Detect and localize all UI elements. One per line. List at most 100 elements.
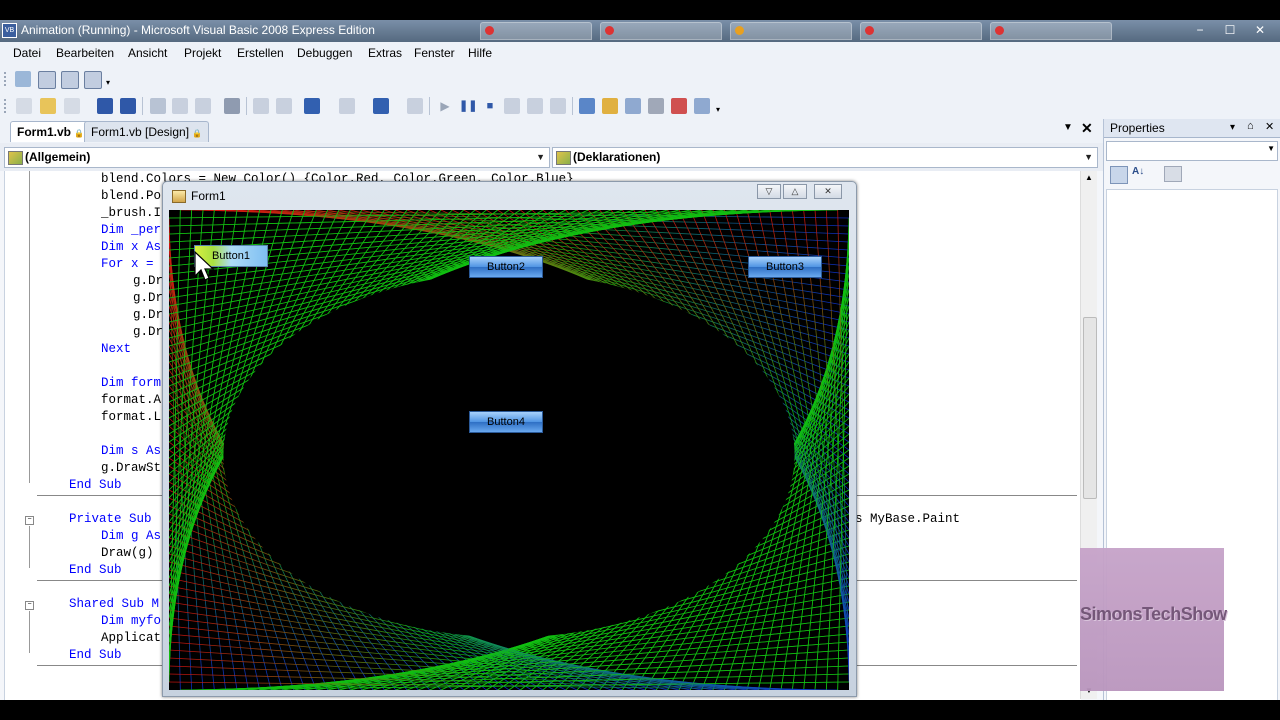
paste-icon[interactable] — [195, 98, 211, 114]
close-icon[interactable]: ✕ — [1265, 120, 1274, 133]
method-name-dropdown[interactable]: (Deklarationen) ▼ — [552, 147, 1098, 168]
form-minimize-button[interactable]: ▽ — [757, 184, 781, 199]
button2[interactable]: Button2 — [469, 256, 543, 278]
class-name-value: (Allgemein) — [25, 150, 91, 164]
save-all-icon[interactable] — [120, 98, 136, 114]
minimize-button[interactable]: − — [1188, 21, 1212, 39]
class-name-dropdown[interactable]: (Allgemein) ▼ — [4, 147, 550, 168]
step-over-icon[interactable] — [527, 98, 543, 114]
code-line: Applicat — [101, 631, 162, 645]
toolbar-options-icon[interactable]: ▾ — [716, 105, 724, 114]
string-art-drawing — [169, 210, 849, 690]
menu-bearbeiten[interactable]: Bearbeiten — [56, 46, 114, 60]
object-browser-icon[interactable] — [625, 98, 641, 114]
step-out-icon[interactable] — [550, 98, 566, 114]
code-line: Dim myfo — [101, 614, 162, 628]
window-icon[interactable] — [38, 71, 56, 89]
form1-window[interactable]: Form1 ▽ △ ✕ Button1 Button2 Button3 Butt… — [162, 181, 857, 697]
toolbox-icon[interactable] — [648, 98, 664, 114]
start-icon[interactable]: ▶ — [437, 98, 453, 114]
undo-icon[interactable] — [304, 98, 320, 114]
close-document-icon[interactable]: ✕ — [1081, 120, 1093, 137]
code-line: Dim form — [101, 376, 162, 390]
dark-center — [223, 272, 795, 638]
tab-label: Form1.vb [Design] — [91, 125, 190, 139]
error-list-icon[interactable] — [671, 98, 687, 114]
menu-erstellen[interactable]: Erstellen — [237, 46, 284, 60]
ghost-tab — [480, 22, 592, 40]
close-window-button[interactable]: ✕ — [1248, 21, 1272, 39]
code-line: End Sub — [69, 478, 122, 492]
menu-ansicht[interactable]: Ansicht — [128, 46, 167, 60]
menu-projekt[interactable]: Projekt — [184, 46, 221, 60]
form-close-button[interactable]: ✕ — [814, 184, 842, 199]
properties-window-icon[interactable] — [602, 98, 618, 114]
new-project-icon[interactable] — [16, 98, 32, 114]
menu-hilfe[interactable]: Hilfe — [468, 46, 492, 60]
form1-title: Form1 — [191, 189, 226, 203]
comment-icon[interactable] — [253, 98, 269, 114]
stop-icon[interactable]: ■ — [482, 98, 498, 114]
maximize-button[interactable]: ☐ — [1218, 21, 1242, 39]
code-line: Dim g As — [101, 529, 162, 543]
toolbar-options-icon[interactable]: ▾ — [106, 78, 114, 87]
save-icon[interactable] — [97, 98, 113, 114]
properties-header: Properties ▾ ⌂ ✕ — [1104, 119, 1280, 138]
step-icon[interactable] — [15, 71, 31, 87]
categorized-icon[interactable] — [1110, 166, 1128, 184]
property-pages-icon[interactable] — [1164, 166, 1182, 182]
cut-icon[interactable] — [150, 98, 166, 114]
locals-icon[interactable] — [61, 71, 79, 89]
pin-icon[interactable]: ⌂ — [1247, 120, 1254, 132]
class-icon — [8, 151, 23, 165]
uncomment-icon[interactable] — [276, 98, 292, 114]
scrollbar-thumb[interactable] — [1083, 317, 1097, 499]
navigate-forward-icon[interactable] — [407, 98, 423, 114]
open-icon[interactable] — [40, 98, 56, 114]
button3[interactable]: Button3 — [748, 256, 822, 278]
menu-fenster[interactable]: Fenster — [414, 46, 455, 60]
form-maximize-button[interactable]: △ — [783, 184, 807, 199]
toolbar-grip[interactable] — [4, 99, 9, 113]
alphabetical-icon[interactable]: A↓ — [1132, 166, 1148, 182]
method-name-value: (Deklarationen) — [573, 150, 661, 164]
output-icon[interactable] — [694, 98, 710, 114]
method-icon — [556, 151, 571, 165]
collapse-icon[interactable]: − — [25, 601, 34, 610]
watch-icon[interactable] — [84, 71, 102, 89]
solution-explorer-icon[interactable] — [579, 98, 595, 114]
button4[interactable]: Button4 — [469, 411, 543, 433]
ghost-tab — [730, 22, 852, 40]
properties-title: Properties — [1110, 121, 1165, 135]
code-line: g.Dr — [133, 291, 164, 305]
tab-form1-design[interactable]: Form1.vb [Design] 🔒 — [84, 121, 210, 142]
redo-icon[interactable] — [339, 98, 355, 114]
background-browser-tabs — [390, 20, 1190, 42]
menu-bar: Datei Bearbeiten Ansicht Projekt Erstell… — [0, 42, 1280, 67]
dropdown-icon[interactable]: ▾ — [1230, 122, 1235, 133]
navigate-back-icon[interactable] — [373, 98, 389, 114]
code-line: g.Dr — [133, 274, 164, 288]
find-icon[interactable] — [224, 98, 240, 114]
copy-icon[interactable] — [172, 98, 188, 114]
code-line-overflow: s MyBase.Paint — [855, 512, 961, 526]
tab-form1-vb[interactable]: Form1.vb 🔒 — [10, 121, 92, 142]
scroll-up-icon[interactable]: ▲ — [1085, 173, 1093, 182]
pause-icon[interactable]: ❚❚ — [459, 98, 477, 114]
animation-canvas: Button1 Button2 Button3 Button4 — [169, 210, 849, 690]
menu-datei[interactable]: Datei — [13, 46, 41, 60]
code-line: format.L — [101, 410, 162, 424]
collapse-icon[interactable]: − — [25, 516, 34, 525]
menu-debuggen[interactable]: Debuggen — [297, 46, 352, 60]
ghost-tab — [860, 22, 982, 40]
code-line: Next — [101, 342, 132, 356]
tab-list-dropdown-icon[interactable]: ▼ — [1063, 122, 1073, 133]
add-item-icon[interactable] — [64, 98, 80, 114]
window-title-bar: VB Animation (Running) - Microsoft Visua… — [0, 20, 1280, 42]
code-line: g.DrawSt — [101, 461, 162, 475]
chevron-down-icon: ▼ — [536, 152, 545, 162]
toolbar-grip[interactable] — [4, 72, 9, 86]
object-selector-dropdown[interactable]: ▼ — [1106, 141, 1278, 161]
step-into-icon[interactable] — [504, 98, 520, 114]
menu-extras[interactable]: Extras — [368, 46, 402, 60]
